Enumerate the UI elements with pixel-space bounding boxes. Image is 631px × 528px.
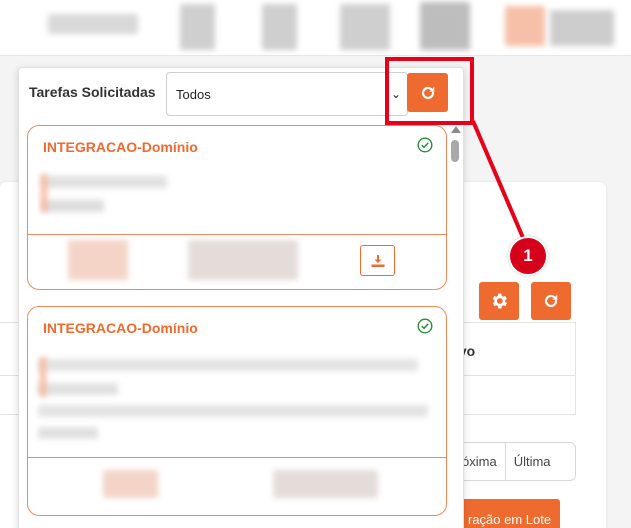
blurred-task-meta [188,240,298,280]
task-filter-select[interactable]: Todos ⌄ [166,72,408,116]
download-icon [371,254,384,267]
task-title: INTEGRACAO-Domínio [43,139,198,155]
blurred-task-meta [103,470,158,498]
download-button[interactable] [360,245,395,276]
blurred-task-detail [38,427,98,439]
task-list-scrollbar[interactable] [449,124,461,528]
blurred-nav-item[interactable] [340,4,390,50]
blurred-task-detail [38,383,118,395]
blurred-nav-item[interactable] [262,4,297,50]
blurred-task-detail [42,176,167,188]
check-circle-icon [417,137,433,153]
annotation-highlight-box [385,57,474,125]
scroll-thumb[interactable] [451,140,459,162]
task-title: INTEGRACAO-Domínio [43,320,198,336]
blurred-task-detail [42,200,104,212]
refresh-icon [544,294,558,308]
top-navigation-bar [0,0,631,56]
blurred-nav-item[interactable] [48,14,138,34]
task-filter-value: Todos [176,86,211,102]
blurred-status-mark [41,174,47,212]
blurred-nav-item[interactable] [420,2,470,50]
blurred-user-name[interactable] [550,10,614,46]
task-card-divider [28,234,446,235]
blurred-task-detail [38,405,428,417]
check-circle-icon [417,318,433,334]
blurred-status-mark [40,357,46,397]
blurred-task-meta [68,240,128,280]
task-card: INTEGRACAO-Domínio [27,306,447,516]
annotation-step-badge: 1 [508,236,548,276]
settings-button[interactable] [479,282,519,320]
blurred-task-meta [273,470,378,498]
task-card: INTEGRACAO-Domínio [27,125,447,290]
blurred-avatar[interactable] [505,6,545,46]
blurred-nav-item[interactable] [180,4,215,50]
task-card-divider [28,457,446,458]
blurred-task-detail [38,359,418,371]
last-page-button[interactable]: Última [504,443,559,480]
background-refresh-button[interactable] [531,282,571,320]
gear-icon [492,293,507,309]
requested-tasks-panel: Tarefas Solicitadas Todos ⌄ INTEGRACAO-D… [18,67,464,528]
scroll-up-arrow-icon[interactable] [451,126,461,133]
panel-title: Tarefas Solicitadas [29,84,156,100]
